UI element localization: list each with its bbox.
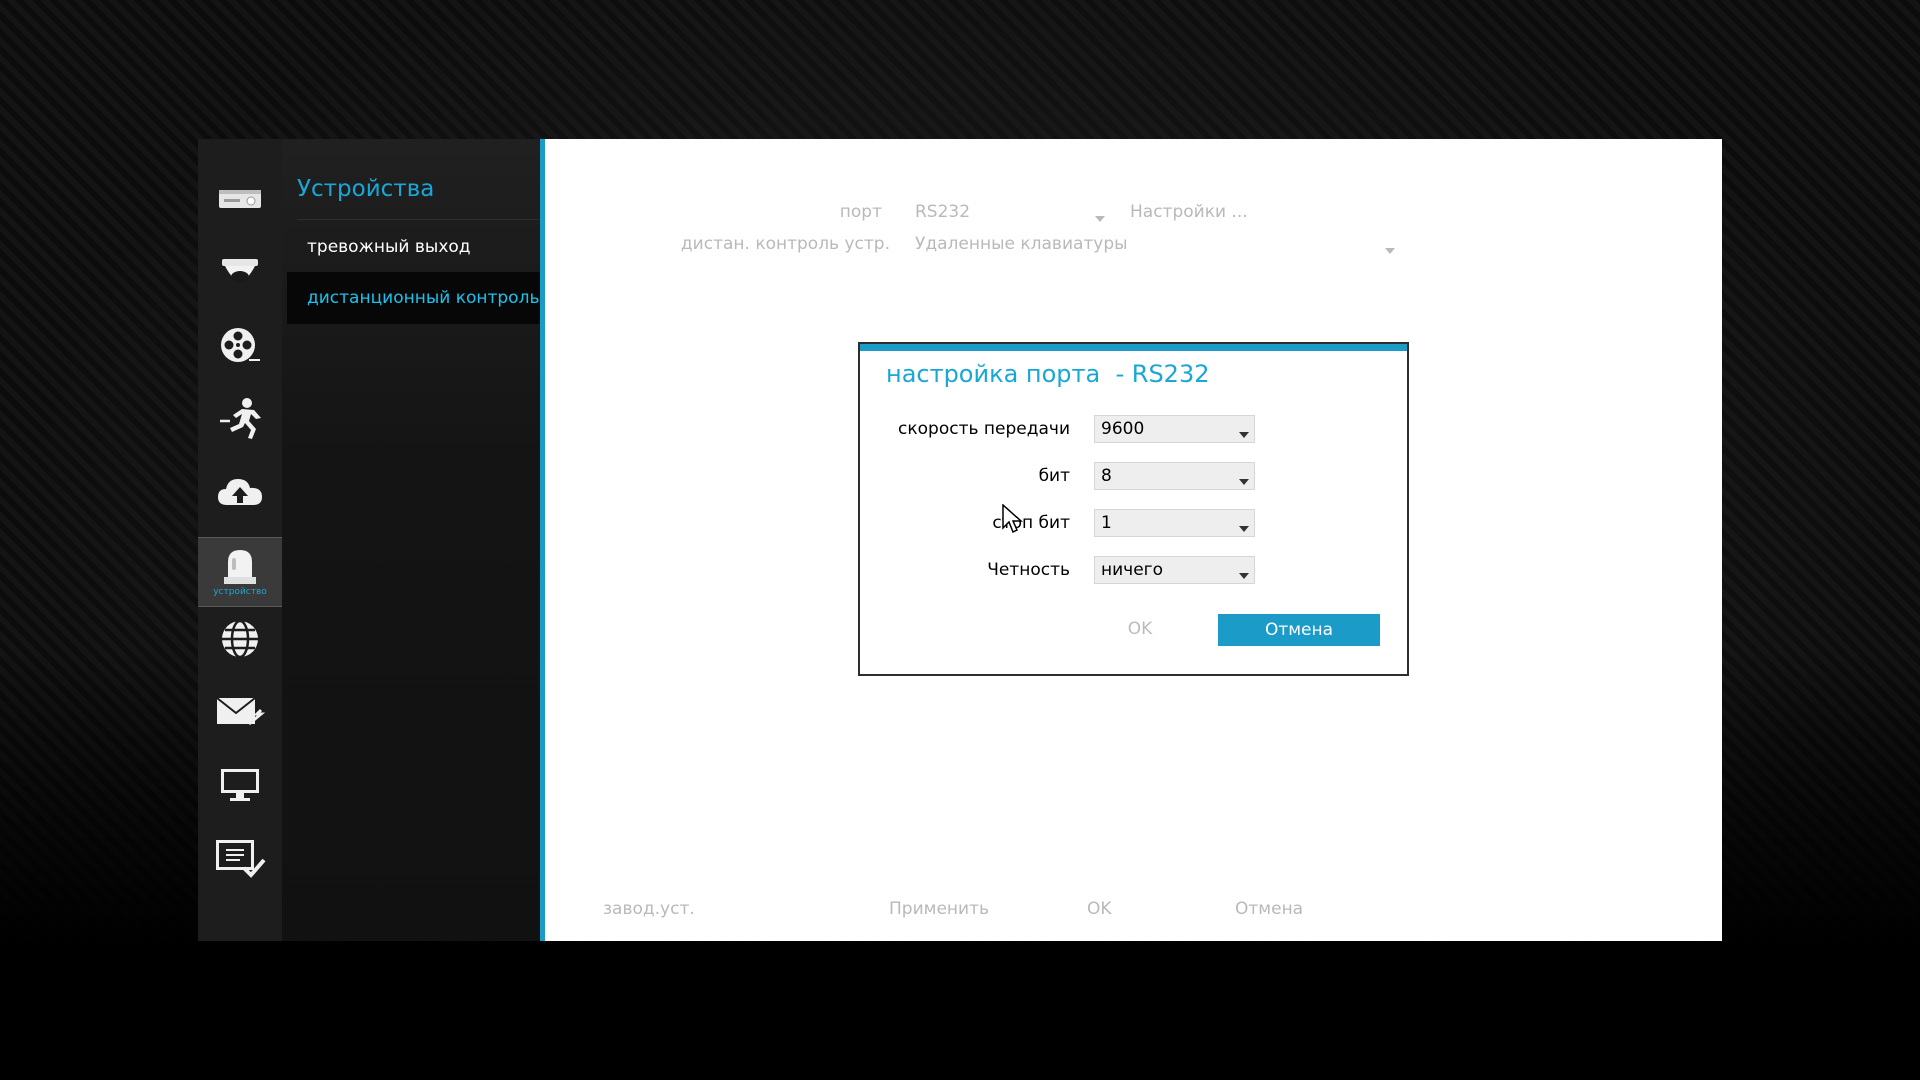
port-settings-link[interactable]: Настройки ...	[1130, 202, 1248, 222]
nav-network[interactable]	[198, 605, 282, 673]
port-select-value: RS232	[915, 202, 971, 222]
baud-rate-label: скорость передачи	[898, 419, 1070, 439]
dialog-ok-button[interactable]: OK	[1110, 619, 1170, 639]
chevron-down-icon	[1239, 432, 1249, 438]
submenu-title: Устройства	[297, 176, 435, 202]
nav-device[interactable]: устройство	[198, 537, 282, 607]
stop-bits-value: 1	[1101, 513, 1112, 533]
remote-control-label: дистан. контроль устр.	[680, 234, 890, 254]
chevron-down-icon	[1239, 526, 1249, 532]
nav-display[interactable]	[198, 751, 282, 819]
nav-cloud[interactable]	[198, 457, 282, 525]
globe-icon	[222, 619, 258, 659]
submenu-divider	[297, 219, 540, 220]
mouse-cursor-icon	[1002, 504, 1023, 534]
dome-camera-icon	[222, 259, 258, 283]
nav-mail[interactable]	[198, 678, 282, 746]
factory-default-button[interactable]: завод.уст.	[603, 899, 695, 919]
chevron-down-icon	[1239, 479, 1249, 485]
parity-select[interactable]: ничего	[1094, 556, 1255, 584]
baud-rate-value: 9600	[1101, 419, 1145, 439]
dialog-cancel-button[interactable]: Отмена	[1218, 614, 1380, 646]
dialog-title: настройка порта - RS232	[886, 360, 1210, 388]
nav-playback[interactable]	[198, 311, 282, 379]
nav-system[interactable]	[198, 824, 282, 892]
parity-label: Четность	[987, 560, 1070, 580]
baud-rate-select[interactable]: 9600	[1094, 415, 1255, 443]
alarm-beacon-icon	[224, 550, 256, 584]
dvr-icon	[219, 190, 261, 208]
submenu-item-alarm-output[interactable]: тревожный выход	[287, 221, 540, 273]
data-bits-label: бит	[1038, 466, 1070, 486]
remote-control-select-value: Удаленные клавиатуры	[915, 234, 1128, 254]
dialog-accent-bar	[860, 344, 1407, 351]
monitor-icon	[221, 769, 259, 801]
data-bits-select[interactable]: 8	[1094, 462, 1255, 490]
cloud-upload-icon	[218, 479, 262, 505]
checklist-icon	[216, 840, 266, 878]
nav-device-caption: устройство	[213, 587, 267, 597]
nav-camera[interactable]	[198, 238, 282, 306]
mail-icon	[216, 697, 265, 726]
nav-motion[interactable]	[198, 384, 282, 452]
icon-sidebar: устройство	[198, 139, 282, 941]
port-settings-dialog: настройка порта - RS232 скорость передач…	[858, 342, 1409, 676]
chevron-down-icon	[1385, 248, 1395, 254]
stop-bits-select[interactable]: 1	[1094, 509, 1255, 537]
film-reel-icon	[221, 328, 260, 362]
port-label: порт	[839, 202, 882, 222]
ok-button[interactable]: OK	[1087, 899, 1112, 919]
data-bits-value: 8	[1101, 466, 1112, 486]
apply-button[interactable]: Применить	[889, 899, 989, 919]
parity-value: ничего	[1101, 560, 1163, 580]
submenu-item-remote-control[interactable]: дистанционный контроль	[287, 272, 540, 324]
stop-bits-label: стоп бит	[992, 513, 1070, 533]
cancel-button[interactable]: Отмена	[1235, 899, 1303, 919]
submenu-panel: Устройства тревожный выход дистанционный…	[282, 139, 540, 941]
chevron-down-icon	[1239, 573, 1249, 579]
running-man-icon	[220, 398, 261, 439]
chevron-down-icon	[1095, 216, 1105, 222]
nav-dvr[interactable]	[198, 165, 282, 233]
